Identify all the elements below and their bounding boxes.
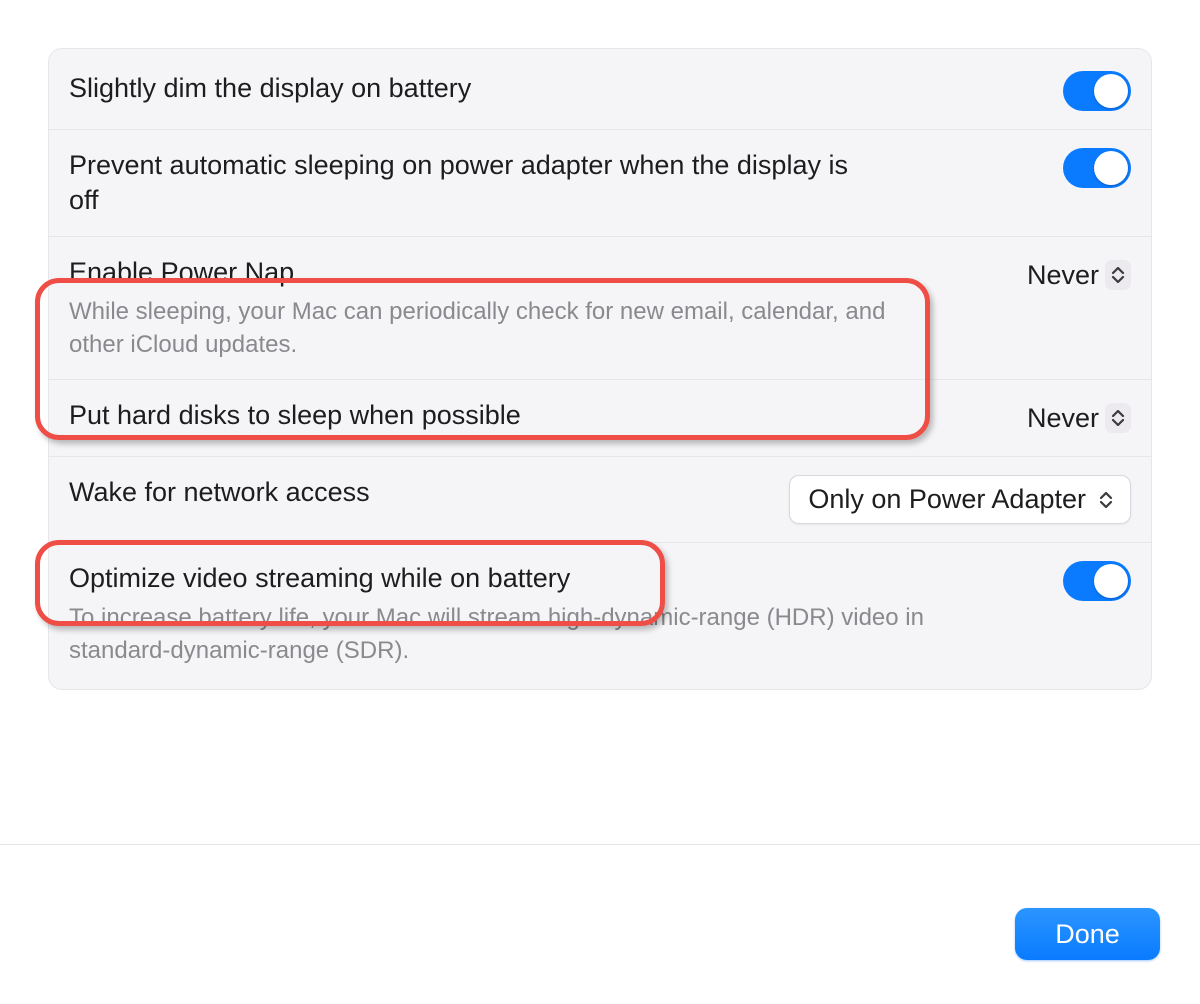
power-nap-value: Never — [1027, 260, 1099, 291]
dim-display-toggle[interactable] — [1063, 71, 1131, 111]
wake-network-title: Wake for network access — [69, 475, 765, 510]
hard-disks-title: Put hard disks to sleep when possible — [69, 398, 1003, 433]
settings-panel: Slightly dim the display on battery Prev… — [48, 48, 1152, 690]
prevent-sleep-toggle[interactable] — [1063, 148, 1131, 188]
optimize-video-title: Optimize video streaming while on batter… — [69, 561, 925, 596]
power-nap-popup[interactable]: Never — [1027, 260, 1131, 291]
stepper-icon — [1105, 403, 1131, 433]
hard-disks-value: Never — [1027, 403, 1099, 434]
wake-network-value: Only on Power Adapter — [808, 484, 1086, 515]
footer-separator — [0, 844, 1200, 845]
row-prevent-sleep: Prevent automatic sleeping on power adap… — [49, 130, 1151, 237]
power-nap-subtitle: While sleeping, your Mac can periodicall… — [69, 296, 915, 361]
stepper-icon — [1096, 491, 1116, 509]
row-wake-network: Wake for network access Only on Power Ad… — [49, 457, 1151, 543]
row-power-nap: Enable Power Nap While sleeping, your Ma… — [49, 237, 1151, 380]
row-hard-disks: Put hard disks to sleep when possible Ne… — [49, 380, 1151, 457]
optimize-video-subtitle: To increase battery life, your Mac will … — [69, 602, 925, 667]
optimize-video-toggle[interactable] — [1063, 561, 1131, 601]
row-dim-display: Slightly dim the display on battery — [49, 53, 1151, 130]
prevent-sleep-title: Prevent automatic sleeping on power adap… — [69, 148, 865, 218]
done-button[interactable]: Done — [1015, 908, 1160, 960]
power-nap-title: Enable Power Nap — [69, 255, 915, 290]
toggle-knob-icon — [1094, 151, 1128, 185]
wake-network-select[interactable]: Only on Power Adapter — [789, 475, 1131, 524]
toggle-knob-icon — [1094, 564, 1128, 598]
dim-display-title: Slightly dim the display on battery — [69, 71, 1039, 106]
toggle-knob-icon — [1094, 74, 1128, 108]
stepper-icon — [1105, 260, 1131, 290]
row-optimize-video: Optimize video streaming while on batter… — [49, 543, 1151, 685]
hard-disks-popup[interactable]: Never — [1027, 403, 1131, 434]
